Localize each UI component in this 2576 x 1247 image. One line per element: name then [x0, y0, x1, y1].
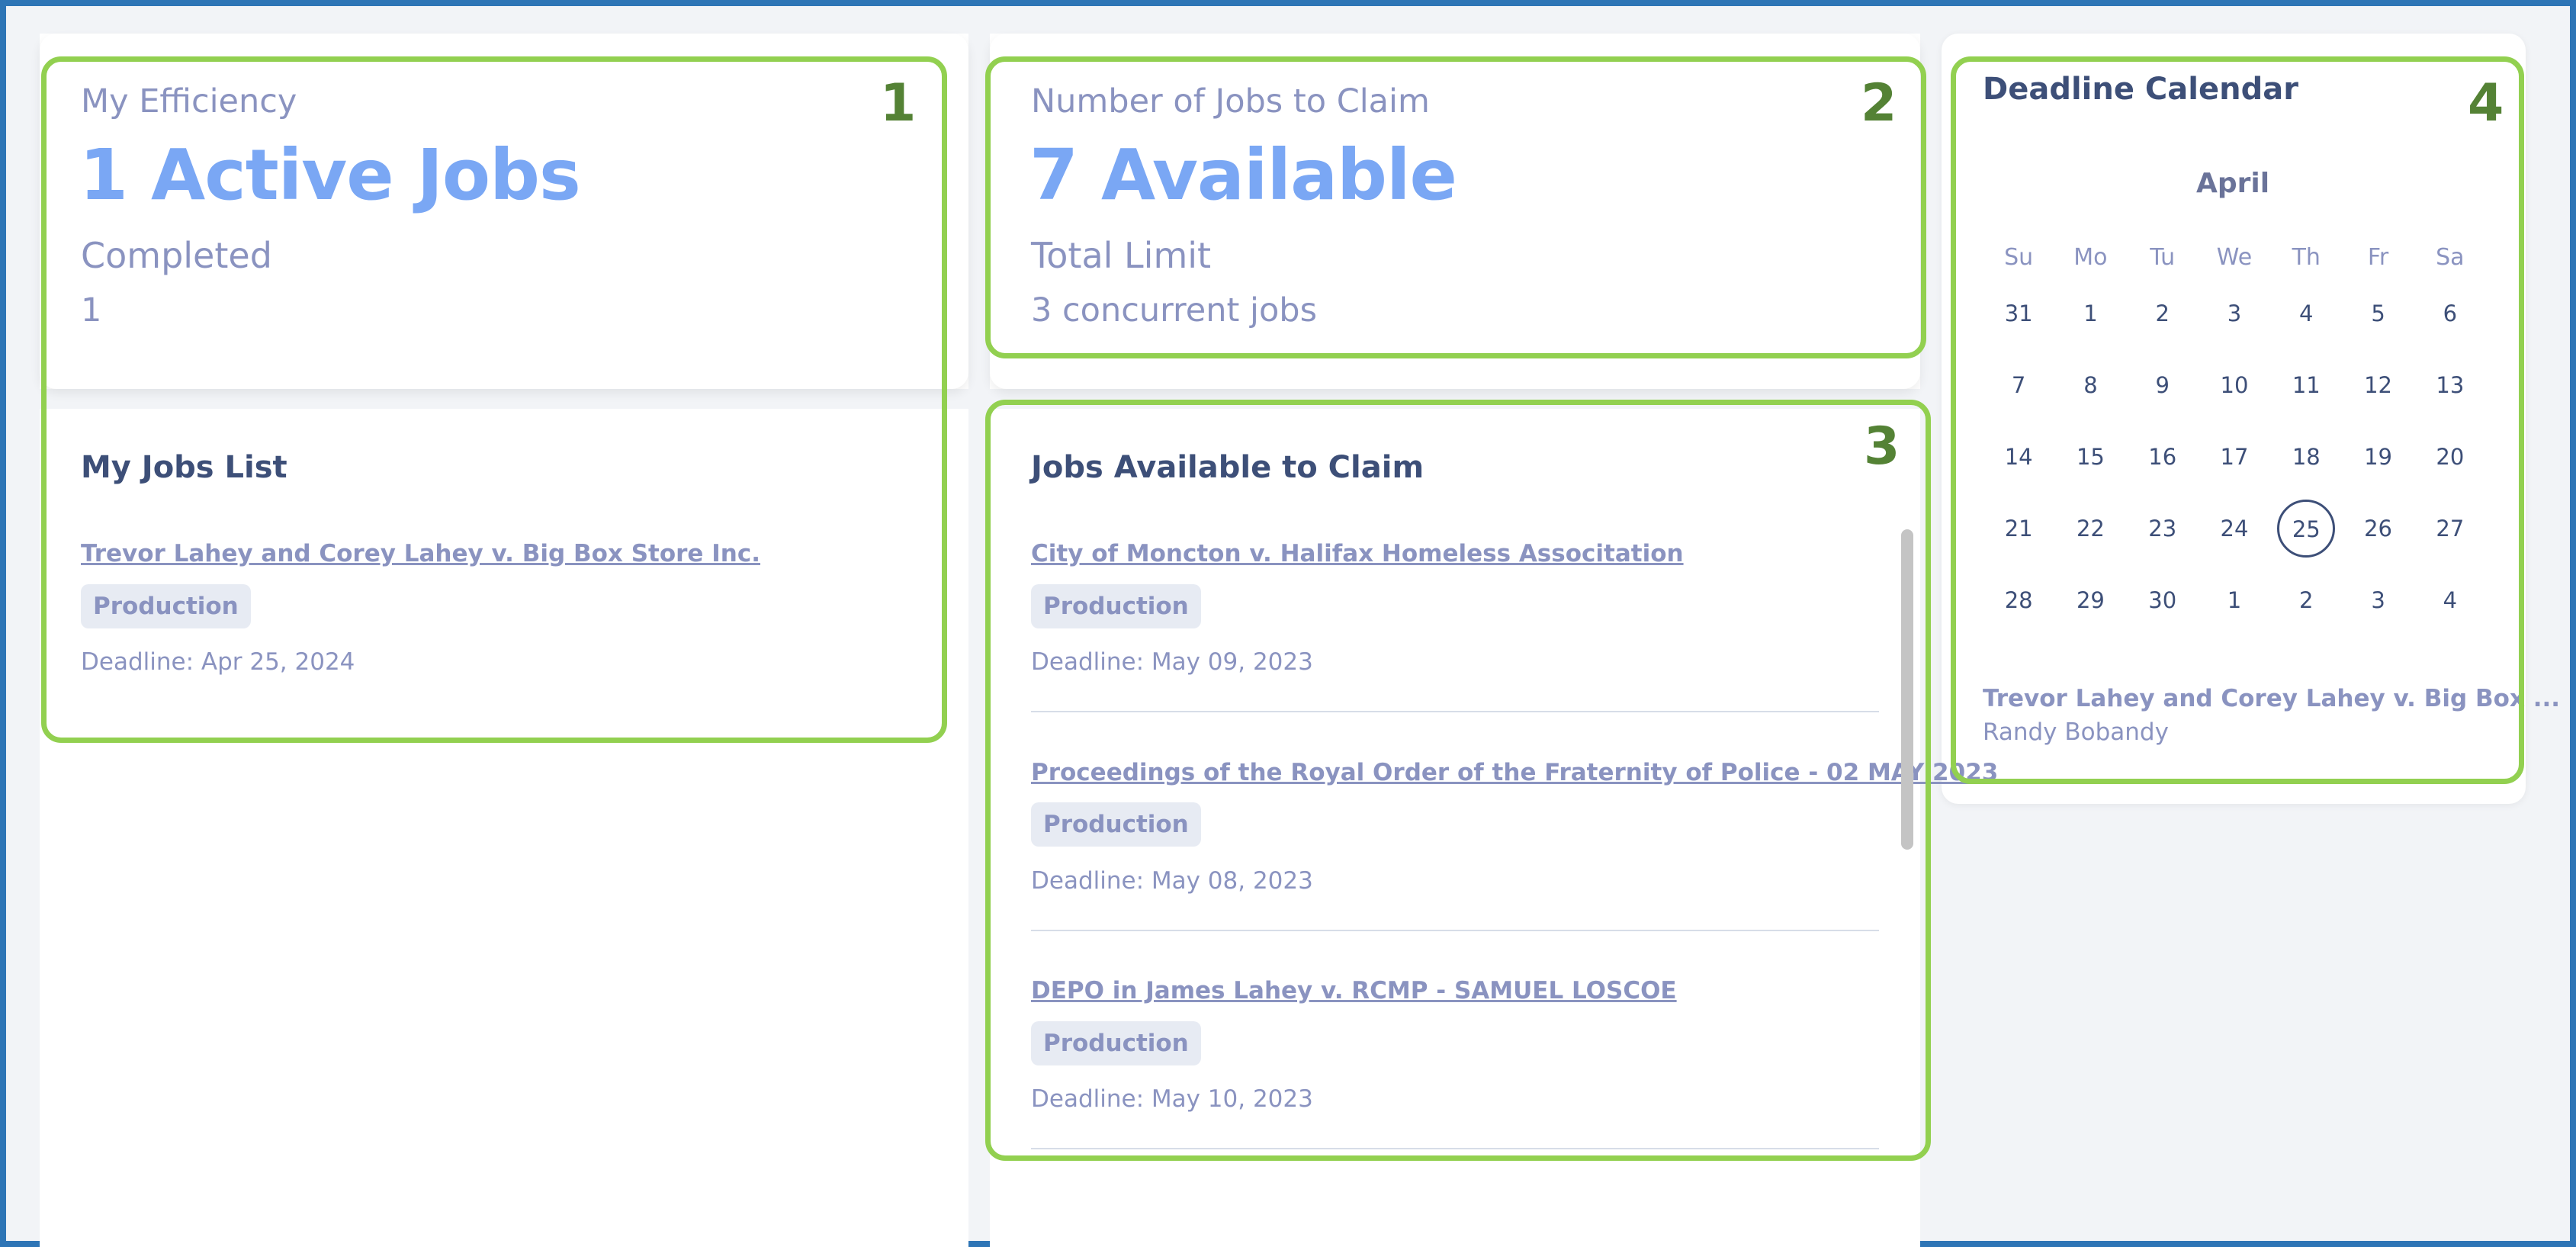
calendar-weekday: Fr [2367, 243, 2389, 271]
calendar-event-assignee: Randy Bobandy [1983, 718, 2169, 746]
completed-value: 1 [81, 291, 102, 329]
annotation-number-3: 3 [1864, 416, 1900, 477]
calendar-weekday: Mo [2073, 243, 2108, 271]
job-deadline: Deadline: May 10, 2023 [1031, 1085, 1313, 1113]
calendar-week-row: 28 29 30 1 2 3 4 [1983, 564, 2486, 636]
calendar-day[interactable]: 23 [2127, 516, 2199, 542]
calendar-day[interactable]: 4 [2270, 301, 2342, 326]
available-jobs-count: 7 Available [1029, 134, 1457, 216]
claim-summary-title: Number of Jobs to Claim [1031, 82, 1430, 121]
list-divider [1031, 930, 1879, 931]
total-limit-label: Total Limit [1031, 235, 1212, 276]
calendar-week-row: 7 8 9 10 11 12 13 [1983, 349, 2486, 421]
calendar-day[interactable]: 3 [2342, 587, 2414, 613]
calendar-day[interactable]: 1 [2199, 587, 2270, 613]
card-gap [990, 389, 1920, 409]
annotation-number-2: 2 [1861, 73, 1897, 133]
annotation-number-1: 1 [880, 73, 917, 133]
efficiency-title: My Efficiency [81, 82, 297, 121]
job-type-tag: Production [1031, 1021, 1201, 1065]
calendar-weekday: Sa [2436, 243, 2465, 271]
calendar-weekday: Su [2004, 243, 2034, 271]
calendar-week-row: 31 1 2 3 4 5 6 [1983, 278, 2486, 349]
calendar-day[interactable]: 19 [2342, 444, 2414, 470]
calendar-day[interactable]: 24 [2199, 516, 2270, 542]
list-divider [1031, 711, 1879, 712]
calendar-day[interactable]: 22 [2054, 516, 2126, 542]
calendar-day[interactable]: 8 [2054, 372, 2126, 398]
available-job-link[interactable]: DEPO in James Lahey v. RCMP - SAMUEL LOS… [1031, 977, 1677, 1004]
active-jobs-count: 1 Active Jobs [79, 134, 581, 216]
calendar-day[interactable]: 9 [2127, 372, 2199, 398]
calendar-day[interactable]: 7 [1983, 372, 2054, 398]
completed-label: Completed [81, 235, 272, 276]
job-type-tag: Production [81, 584, 251, 628]
calendar-week-row: 21 22 23 24 25 26 27 [1983, 493, 2486, 564]
calendar-day[interactable]: 11 [2270, 372, 2342, 398]
calendar-day[interactable]: 4 [2414, 587, 2486, 613]
calendar-day[interactable]: 20 [2414, 444, 2486, 470]
job-deadline: Deadline: May 09, 2023 [1031, 648, 1313, 676]
calendar-day-selected[interactable]: 25 [2270, 500, 2342, 558]
calendar-day[interactable]: 21 [1983, 516, 2054, 542]
calendar-weekday-row: Su Mo Tu We Th Fr Sa [1983, 236, 2486, 278]
calendar-day[interactable]: 13 [2414, 372, 2486, 398]
jobs-list-scrollbar[interactable] [1901, 529, 1913, 850]
calendar-day[interactable]: 10 [2199, 372, 2270, 398]
calendar-day[interactable]: 29 [2054, 587, 2126, 613]
available-jobs-title: Jobs Available to Claim [1031, 450, 1425, 485]
calendar-day[interactable]: 2 [2127, 301, 2199, 326]
calendar-day[interactable]: 14 [1983, 444, 2054, 470]
calendar-day[interactable]: 12 [2342, 372, 2414, 398]
calendar-day[interactable]: 2 [2270, 587, 2342, 613]
job-type-tag: Production [1031, 802, 1201, 847]
calendar-day[interactable]: 28 [1983, 587, 2054, 613]
calendar-day[interactable]: 27 [2414, 516, 2486, 542]
calendar-day[interactable]: 30 [2127, 587, 2199, 613]
calendar-weekday: Tu [2150, 243, 2176, 271]
calendar-day[interactable]: 31 [1983, 301, 2054, 326]
calendar-day[interactable]: 3 [2199, 301, 2270, 326]
my-jobs-title: My Jobs List [81, 450, 287, 485]
calendar-day[interactable]: 15 [2054, 444, 2126, 470]
calendar-weekday: Th [2292, 243, 2321, 271]
calendar-week-row: 14 15 16 17 18 19 20 [1983, 421, 2486, 493]
card-gap [40, 389, 968, 409]
job-type-tag: Production [1031, 584, 1201, 628]
available-job-link[interactable]: Proceedings of the Royal Order of the Fr… [1031, 759, 1998, 786]
calendar-day[interactable]: 5 [2342, 301, 2414, 326]
calendar-weekday: We [2216, 243, 2253, 271]
job-deadline: Deadline: May 08, 2023 [1031, 867, 1313, 895]
annotation-number-4: 4 [2468, 73, 2504, 133]
calendar-day[interactable]: 1 [2054, 301, 2126, 326]
available-job-link[interactable]: City of Moncton v. Halifax Homeless Asso… [1031, 540, 1684, 567]
calendar-day[interactable]: 17 [2199, 444, 2270, 470]
calendar-day[interactable]: 6 [2414, 301, 2486, 326]
my-job-link[interactable]: Trevor Lahey and Corey Lahey v. Big Box … [81, 540, 760, 567]
calendar-grid: Su Mo Tu We Th Fr Sa 31 1 2 3 4 5 6 7 8 9 10 11 12 13 14 15 16 1… [1983, 236, 2486, 636]
calendar-day[interactable]: 16 [2127, 444, 2199, 470]
job-deadline: Deadline: Apr 25, 2024 [81, 648, 355, 676]
total-limit-value: 3 concurrent jobs [1031, 291, 1317, 329]
list-divider [1031, 1148, 1879, 1149]
calendar-title: Deadline Calendar [1983, 72, 2298, 107]
calendar-day[interactable]: 18 [2270, 444, 2342, 470]
calendar-day[interactable]: 26 [2342, 516, 2414, 542]
calendar-event-link[interactable]: Trevor Lahey and Corey Lahey v. Big Box … [1983, 685, 2560, 712]
calendar-month: April [2196, 168, 2270, 199]
